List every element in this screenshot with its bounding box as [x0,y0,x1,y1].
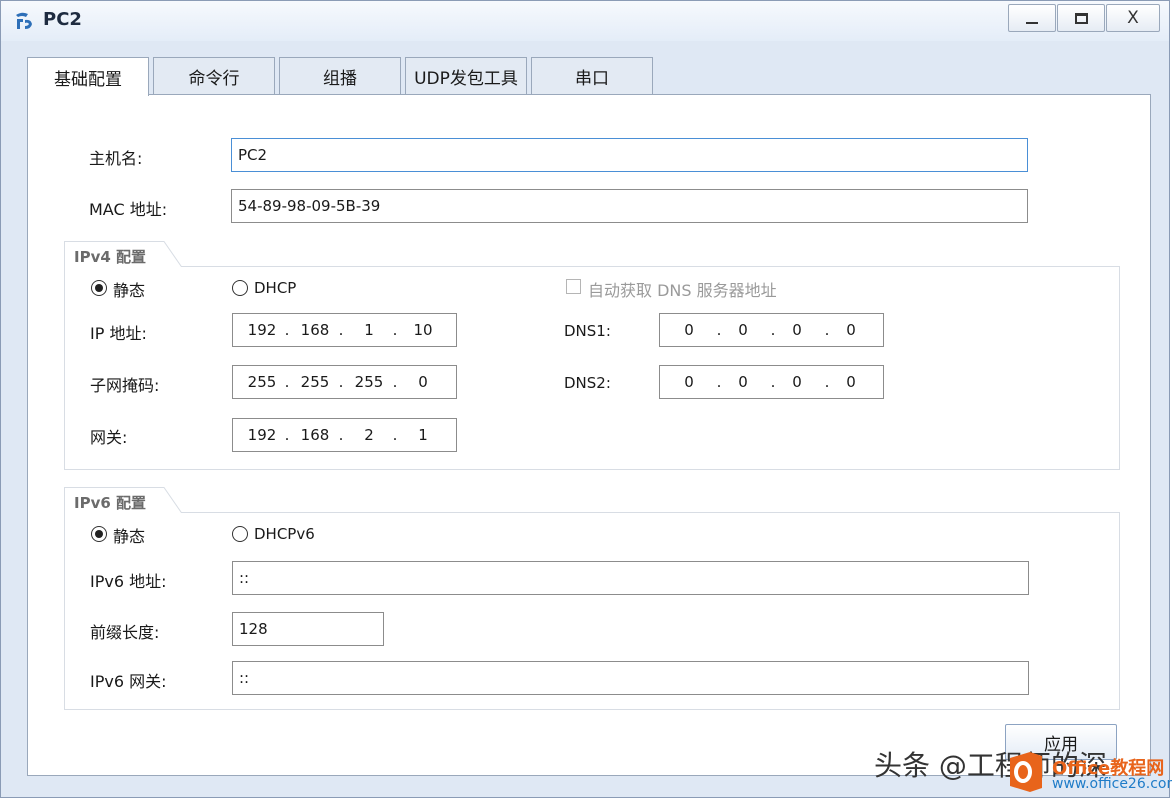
dns2-octet-4: 0 [846,373,856,391]
prefix-length-input[interactable]: 128 [232,612,384,646]
minimize-button[interactable] [1008,4,1056,32]
ipv4-config-group: IPv4 配置 静态 DHCP 自动获取 DNS 服务器地址 IP 地址: 19… [64,241,1120,470]
dns1-dot: . [824,321,830,339]
office-logo-icon [1010,752,1042,792]
gateway-octet-4: 1 [418,426,428,444]
dns1-octet-2: 0 [738,321,748,339]
ipv6-gateway-label: IPv6 网关: [90,672,167,691]
ipv6-group-title: IPv6 配置 [74,494,147,512]
title-bar[interactable]: PC2 X [1,1,1169,41]
ip-address-label: IP 地址: [90,324,147,343]
pc-app-icon [16,12,32,29]
mac-label: MAC 地址: [89,200,168,219]
hostname-input[interactable]: PC2 [231,138,1028,172]
ipv4-group-title: IPv4 配置 [74,248,147,266]
mask-octet-4: 0 [418,373,428,391]
mac-address-field[interactable]: 54-89-98-09-5B-39 [231,189,1028,223]
ip-dot: . [284,321,290,339]
dns1-octet-3: 0 [792,321,802,339]
window-title: PC2 [43,9,82,30]
ipv6-config-group: IPv6 配置 静态 DHCPv6 IPv6 地址: :: 前缀长度: 128 … [64,487,1120,710]
prefix-length-label: 前缀长度: [90,623,160,642]
ipv6-static-label: 静态 [113,527,146,546]
dns2-input[interactable]: 0 . 0 . 0 . 0 [659,365,884,399]
subnet-mask-label: 子网掩码: [90,376,160,395]
ipv6-address-label: IPv6 地址: [90,572,167,591]
dns1-octet-4: 0 [846,321,856,339]
hostname-label: 主机名: [89,149,143,168]
mask-dot: . [338,373,344,391]
ipv6-dhcp-label: DHCPv6 [254,525,315,543]
tab-command-line[interactable]: 命令行 [153,57,275,94]
ip-address-input[interactable]: 192 . 168 . 1 . 10 [232,313,457,347]
basic-config-panel: 主机名: PC2 MAC 地址: 54-89-98-09-5B-39 IPv4 … [27,94,1151,776]
mask-dot: . [392,373,398,391]
watermark-site-url: www.office26.com [1052,776,1172,792]
auto-dns-label: 自动获取 DNS 服务器地址 [588,281,777,300]
dns2-octet-3: 0 [792,373,802,391]
pc2-config-window: PC2 X 基础配置 命令行 组播 UDP发包工具 串口 主机名: PC2 MA… [0,0,1170,798]
tab-serial[interactable]: 串口 [531,57,653,94]
ipv6-address-input[interactable]: :: [232,561,1029,595]
gateway-dot: . [338,426,344,444]
tab-udp-tool[interactable]: UDP发包工具 [405,57,527,94]
ipv6-dhcp-radio[interactable] [232,526,248,542]
dns1-input[interactable]: 0 . 0 . 0 . 0 [659,313,884,347]
dns1-dot: . [716,321,722,339]
ipv4-static-radio[interactable] [91,280,107,296]
ipv4-dhcp-radio[interactable] [232,280,248,296]
gateway-input[interactable]: 192 . 168 . 2 . 1 [232,418,457,452]
ip-dot: . [338,321,344,339]
gateway-dot: . [284,426,290,444]
dns2-dot: . [770,373,776,391]
mask-octet-2: 255 [300,373,330,391]
dns2-dot: . [716,373,722,391]
subnet-mask-input[interactable]: 255 . 255 . 255 . 0 [232,365,457,399]
ip-octet-2: 168 [300,321,330,339]
mask-octet-1: 255 [247,373,277,391]
dns2-octet-1: 0 [684,373,694,391]
ip-octet-4: 10 [413,321,433,339]
maximize-button[interactable] [1057,4,1105,32]
ip-octet-1: 192 [247,321,277,339]
dns1-octet-1: 0 [684,321,694,339]
ipv4-dhcp-label: DHCP [254,279,297,297]
dns2-octet-2: 0 [738,373,748,391]
mask-dot: . [284,373,290,391]
minimize-icon [1026,22,1038,24]
gateway-octet-3: 2 [364,426,374,444]
auto-dns-checkbox[interactable] [566,279,581,294]
dns1-dot: . [770,321,776,339]
gateway-octet-1: 192 [247,426,277,444]
dns2-dot: . [824,373,830,391]
maximize-icon [1074,12,1088,24]
ip-octet-3: 1 [364,321,374,339]
tab-multicast[interactable]: 组播 [279,57,401,94]
gateway-label: 网关: [90,428,128,447]
ipv6-gateway-input[interactable]: :: [232,661,1029,695]
dns1-label: DNS1: [564,322,611,340]
close-button[interactable]: X [1106,4,1160,32]
mask-octet-3: 255 [354,373,384,391]
ipv6-static-radio[interactable] [91,526,107,542]
close-icon: X [1127,8,1139,28]
gateway-dot: . [392,426,398,444]
dns2-label: DNS2: [564,374,611,392]
ipv4-static-label: 静态 [113,281,146,300]
gateway-octet-2: 168 [300,426,330,444]
ip-dot: . [392,321,398,339]
tab-basic-config[interactable]: 基础配置 [27,57,149,96]
